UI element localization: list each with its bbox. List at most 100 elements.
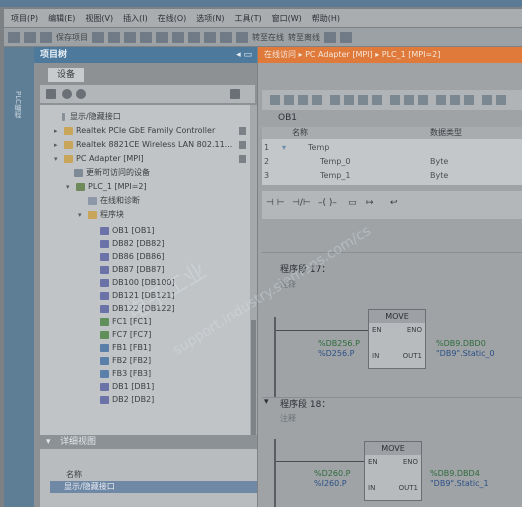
toolbar-icon[interactable] bbox=[358, 95, 368, 105]
move-box[interactable]: MOVE EN ENO IN OUT1 bbox=[364, 441, 422, 501]
coil-icon[interactable]: –( )– bbox=[318, 198, 337, 208]
tree-item-program-blocks[interactable]: ▾ 程序块 bbox=[40, 209, 250, 221]
block-item[interactable]: DB82 [DB82] bbox=[40, 238, 250, 250]
no-contact-icon[interactable]: ⊣ ⊢ bbox=[266, 198, 285, 208]
block-item[interactable]: FB3 [FB3] bbox=[40, 368, 250, 380]
block-item[interactable]: FB1 [FB1] bbox=[40, 342, 250, 354]
new-project-icon[interactable] bbox=[8, 31, 20, 43]
block-item[interactable]: DB1 [DB1] bbox=[40, 381, 250, 393]
tree-item-realtek-wlan[interactable]: ▸ Realtek 8821CE Wireless LAN 802.11... bbox=[40, 139, 250, 151]
undo-icon[interactable] bbox=[172, 31, 184, 43]
tab-devices[interactable]: 设备 bbox=[48, 68, 84, 82]
save-icon[interactable] bbox=[40, 31, 52, 43]
close-branch-icon[interactable]: ↩ bbox=[390, 198, 398, 208]
block-name: OB1 bbox=[278, 113, 297, 123]
print-icon[interactable] bbox=[92, 31, 104, 43]
chevron-down-icon[interactable]: ▾ bbox=[264, 397, 269, 407]
toolbar-icon[interactable] bbox=[496, 95, 506, 105]
collapse-arrow-icon[interactable]: ▾ bbox=[54, 153, 58, 165]
toolbar-icon[interactable] bbox=[298, 95, 308, 105]
operand-in-symbol[interactable]: %D256.P bbox=[318, 349, 354, 358]
toolbar-icon[interactable] bbox=[404, 95, 414, 105]
open-branch-icon[interactable]: ↦ bbox=[366, 198, 374, 208]
toolbar-icon[interactable] bbox=[464, 95, 474, 105]
upload-icon[interactable] bbox=[236, 31, 248, 43]
operand-out-address[interactable]: %DB9.DBD0 bbox=[436, 339, 486, 348]
add-icon[interactable] bbox=[46, 89, 56, 99]
toolbar-icon[interactable] bbox=[482, 95, 492, 105]
operand-out-address[interactable]: %DB9.DBD4 bbox=[430, 469, 480, 478]
copy-icon[interactable] bbox=[124, 31, 136, 43]
paste-icon[interactable] bbox=[140, 31, 152, 43]
toolbar-icon[interactable] bbox=[312, 95, 322, 105]
menu-insert[interactable]: 插入(I) bbox=[123, 13, 148, 24]
operand-out-symbol[interactable]: "DB9".Static_0 bbox=[436, 349, 495, 358]
operand-out-symbol[interactable]: "DB9".Static_1 bbox=[430, 479, 489, 488]
detail-view-header[interactable]: ▾ 详细视图 bbox=[40, 435, 257, 449]
download-icon[interactable] bbox=[220, 31, 232, 43]
scrollbar-thumb[interactable] bbox=[251, 320, 256, 440]
side-strip-label[interactable]: PLC编程 bbox=[13, 91, 23, 118]
menu-tools[interactable]: 工具(T) bbox=[234, 13, 261, 24]
operand-in-address[interactable]: %D260.P bbox=[314, 469, 350, 478]
delete-icon[interactable] bbox=[156, 31, 168, 43]
tree-item-update-devices[interactable]: 更新可访问的设备 bbox=[40, 167, 250, 179]
nc-contact-icon[interactable]: ⊣/⊢ bbox=[292, 198, 311, 208]
operand-in-symbol[interactable]: %I260.P bbox=[314, 479, 347, 488]
toolbar-icon[interactable] bbox=[390, 95, 400, 105]
toolbar-icon[interactable] bbox=[436, 95, 446, 105]
interface-row[interactable]: 3 Temp_1 Byte bbox=[262, 169, 522, 182]
menu-options[interactable]: 选项(N) bbox=[196, 13, 224, 24]
compile-icon[interactable] bbox=[204, 31, 216, 43]
window-split-icon[interactable] bbox=[340, 31, 352, 43]
go-offline-button[interactable]: 转至离线 bbox=[288, 32, 320, 43]
go-online-button[interactable]: 转至在线 bbox=[252, 32, 284, 43]
tree-item-online-diagnostics[interactable]: 在线和诊断 bbox=[40, 195, 250, 207]
collapse-arrow-icon[interactable]: ▾ bbox=[66, 181, 70, 193]
move-box[interactable]: MOVE EN ENO IN OUT1 bbox=[368, 309, 426, 369]
network-title[interactable]: 程序段 18： bbox=[280, 397, 330, 410]
redo-icon[interactable] bbox=[188, 31, 200, 43]
chevron-down-icon[interactable]: ▾ bbox=[282, 141, 286, 154]
menu-edit[interactable]: 编辑(E) bbox=[48, 13, 75, 24]
menu-online[interactable]: 在线(O) bbox=[158, 13, 187, 24]
chevron-down-icon[interactable]: ▾ bbox=[46, 435, 51, 449]
block-item[interactable]: FB2 [FB2] bbox=[40, 355, 250, 367]
interface-row[interactable]: 1 ▾ Temp bbox=[262, 141, 522, 154]
toolbar-icon[interactable] bbox=[330, 95, 340, 105]
detail-row[interactable]: 显示/隐藏接口 bbox=[50, 481, 257, 493]
network-comment[interactable]: 注释 bbox=[280, 413, 296, 424]
tree-item-realtek-gbe[interactable]: ▸ Realtek PCIe GbE Family Controller bbox=[40, 125, 250, 137]
save-project-button[interactable]: 保存项目 bbox=[56, 32, 88, 43]
view-toggle-icon[interactable] bbox=[230, 89, 240, 99]
back-icon[interactable] bbox=[62, 89, 72, 99]
forward-icon[interactable] bbox=[76, 89, 86, 99]
block-item[interactable]: OB1 [OB1] bbox=[40, 225, 250, 237]
menu-project[interactable]: 项目(P) bbox=[11, 13, 38, 24]
expand-arrow-icon[interactable]: ▸ bbox=[54, 125, 58, 137]
menu-view[interactable]: 视图(V) bbox=[85, 13, 113, 24]
toolbar-icon[interactable] bbox=[270, 95, 280, 105]
toolbar-icon[interactable] bbox=[372, 95, 382, 105]
tree-item-pc-adapter[interactable]: ▾ PC Adapter [MPI] bbox=[40, 153, 250, 165]
menu-window[interactable]: 窗口(W) bbox=[272, 13, 302, 24]
toolbar-icon[interactable] bbox=[418, 95, 428, 105]
block-item[interactable]: DB87 [DB87] bbox=[40, 264, 250, 276]
collapse-arrow-icon[interactable]: ▾ bbox=[78, 209, 82, 221]
tree-item-show-hide-interfaces[interactable]: 显示/隐藏接口 bbox=[40, 111, 250, 123]
toolbar-icon[interactable] bbox=[344, 95, 354, 105]
expand-arrow-icon[interactable]: ▸ bbox=[54, 139, 58, 151]
block-item[interactable]: DB2 [DB2] bbox=[40, 394, 250, 406]
interface-row[interactable]: 2 Temp_0 Byte bbox=[262, 155, 522, 168]
empty-box-icon[interactable]: ▭ bbox=[348, 198, 357, 208]
window-tile-icon[interactable] bbox=[324, 31, 336, 43]
toolbar-icon[interactable] bbox=[284, 95, 294, 105]
block-item[interactable]: DB86 [DB86] bbox=[40, 251, 250, 263]
collapse-icon[interactable]: ◂ ▭ bbox=[236, 47, 252, 63]
operand-in-address[interactable]: %DB256.P bbox=[318, 339, 360, 348]
menu-help[interactable]: 帮助(H) bbox=[312, 13, 340, 24]
tree-item-plc1[interactable]: ▾ PLC_1 [MPI=2] bbox=[40, 181, 250, 193]
toolbar-icon[interactable] bbox=[450, 95, 460, 105]
open-project-icon[interactable] bbox=[24, 31, 36, 43]
cut-icon[interactable] bbox=[108, 31, 120, 43]
